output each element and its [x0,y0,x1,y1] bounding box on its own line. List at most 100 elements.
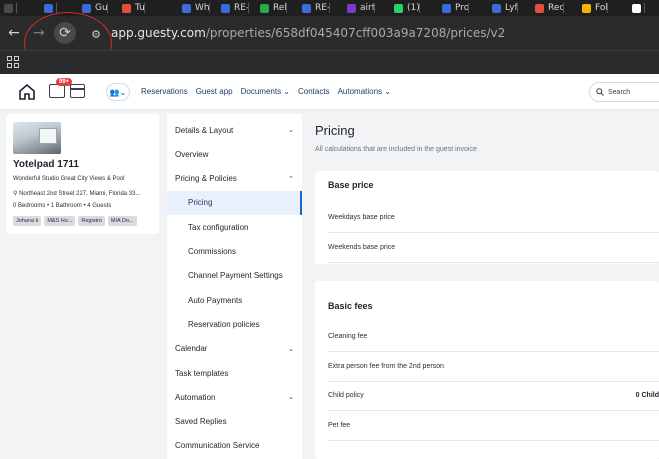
browser-tab[interactable]: Fol [580,0,608,16]
tab-label: Wh [195,3,210,13]
property-tag[interactable]: M&S Ho... [44,216,76,226]
top-nav-link[interactable]: Reservations [141,87,188,96]
browser-tab[interactable]: RE- [219,0,250,16]
tab-favicon-icon [302,3,311,13]
browser-tab[interactable]: airt [345,0,376,16]
browser-tab[interactable]: Lyf [490,0,518,16]
property-tags: Johana k M&S Ho... Registro MIA Do... [13,216,137,226]
browser-tab[interactable]: Rec [533,0,565,16]
browser-tab[interactable] [42,0,57,16]
inbox-icon[interactable] [49,84,65,98]
home-icon[interactable] [18,83,36,101]
top-nav-link[interactable]: Automations ⌄ [338,87,391,96]
browser-tab[interactable]: Tu [120,0,145,16]
sidenav-item[interactable]: Automation ⌄ [167,385,302,409]
sidenav-item[interactable]: Pricing & Policies ⌃ [167,167,302,191]
top-nav-link[interactable]: Contacts [298,87,330,96]
search-input[interactable]: Search [589,82,659,102]
sidenav-item-label: Tax configuration [188,222,249,232]
back-button[interactable]: ← [3,22,25,44]
tab-favicon-icon [394,3,403,13]
calendar-icon[interactable] [70,84,85,98]
url-host: app.guesty.com [111,26,206,40]
sidenav-item-label: Pricing [188,198,213,208]
fee-row[interactable]: Cleaning fee [328,322,659,352]
sidenav-item-label: Automation [175,392,216,402]
tab-favicon-icon [347,3,356,13]
reload-button[interactable]: ⟳ [54,22,76,44]
browser-toolbar: ← → ⟳ ⚙ app.guesty.com/properties/658df0… [0,16,659,50]
tab-favicon-icon [582,3,591,13]
property-tag[interactable]: MIA Do... [107,216,137,226]
tab-favicon-icon [221,3,230,13]
tab-favicon-icon [260,3,269,13]
browser-tab[interactable]: Wh [180,0,210,16]
fee-row[interactable]: Child policy 0 Child [328,381,659,411]
user-menu-button[interactable]: 👥⌄ [106,83,130,101]
sidenav-item[interactable]: Communication Service [167,434,302,458]
property-title: Yotelpad 1711 [13,159,79,170]
row-label: Child policy [328,392,364,399]
tab-favicon-icon [82,3,91,13]
search-icon [596,88,604,96]
forward-button[interactable]: → [28,22,50,44]
tab-label: Pro [455,3,470,13]
base-price-row[interactable]: Weekdays base price [328,203,659,233]
property-thumbnail[interactable] [13,122,61,154]
sidenav-item-label: Pricing & Policies [175,174,237,184]
sidenav-item[interactable]: Saved Replies [167,410,302,434]
row-label: Weekdays base price [328,214,395,221]
tab-favicon-icon [44,3,53,13]
app-top-nav: 99+ 👥⌄ Reservations Guest app Documents ⌄ C… [0,74,659,110]
browser-tab[interactable]: RE- [300,0,331,16]
row-label: Pet fee [328,422,351,429]
sidenav-item[interactable]: Task templates [167,361,302,385]
apps-grid-icon[interactable] [7,56,19,68]
sidenav-item[interactable]: Calendar ⌄ [167,337,302,361]
tab-favicon-icon [182,3,191,13]
browser-tab[interactable]: Gu [80,0,108,16]
top-nav-link[interactable]: Guest app [196,87,233,96]
property-subtitle: Wonderful Studio Great City Views & Pool [13,176,125,182]
row-label: Weekends base price [328,244,396,251]
sidenav-item[interactable]: Reservation policies [167,312,302,336]
fee-row[interactable]: Extra person fee from the 2nd person [328,352,659,382]
base-price-row[interactable]: Weekends base price [328,233,659,263]
browser-tab[interactable]: Pro [440,0,470,16]
sidenav-item[interactable]: Auto Payments [167,288,302,312]
site-info-icon[interactable]: ⚙ [86,24,106,44]
sidenav-item[interactable]: Overview [167,142,302,166]
property-card: Yotelpad 1711 Wonderful Studio Great Cit… [6,114,159,234]
browser-tab[interactable]: (1) [392,0,420,16]
browser-tab[interactable] [630,0,645,16]
sidenav-item[interactable]: Details & Layout ⌄ [167,118,302,142]
tab-label: Rel [273,3,287,13]
property-sidenav: Details & Layout ⌄ Overview Pricing & Polic… [167,114,302,459]
tab-label: RE- [234,3,250,13]
top-nav-link[interactable]: Documents ⌄ [241,87,290,96]
sidenav-item-label: Task templates [175,368,229,378]
url-path: /properties/658df045407cff003a9a7208/pri… [205,26,506,40]
sidenav-item-label: Saved Replies [175,417,227,427]
tab-favicon-icon [492,3,501,13]
tab-favicon-icon [632,3,641,13]
search-placeholder: Search [608,88,631,96]
property-address: ⚲ Northeast 2nd Street 227, Miami, Flori… [13,190,140,197]
browser-tab[interactable] [2,0,17,16]
sidenav-item-label: Reservation policies [188,319,260,329]
sidenav-item[interactable]: Tax configuration [167,215,302,239]
row-value: 0 Child [635,392,659,399]
browser-tab[interactable]: Rel [258,0,287,16]
sidenav-item-label: Commissions [188,247,237,256]
sidenav-item[interactable]: Commissions [167,240,302,264]
sidenav-item[interactable]: Channel Payment Settings [167,264,302,288]
chevron-up-icon: ⌃ [288,174,294,183]
tab-label: RE- [315,3,331,13]
address-bar[interactable]: app.guesty.com/properties/658df045407cff… [111,26,505,40]
sidenav-item[interactable]: Pricing [167,190,302,215]
fee-row[interactable]: Pet fee [328,411,659,441]
sidenav-item-label: Auto Payments [188,295,243,305]
chevron-down-icon: ⌄ [288,126,294,134]
property-tag[interactable]: Registro [78,216,105,226]
property-tag[interactable]: Johana k [13,216,42,226]
